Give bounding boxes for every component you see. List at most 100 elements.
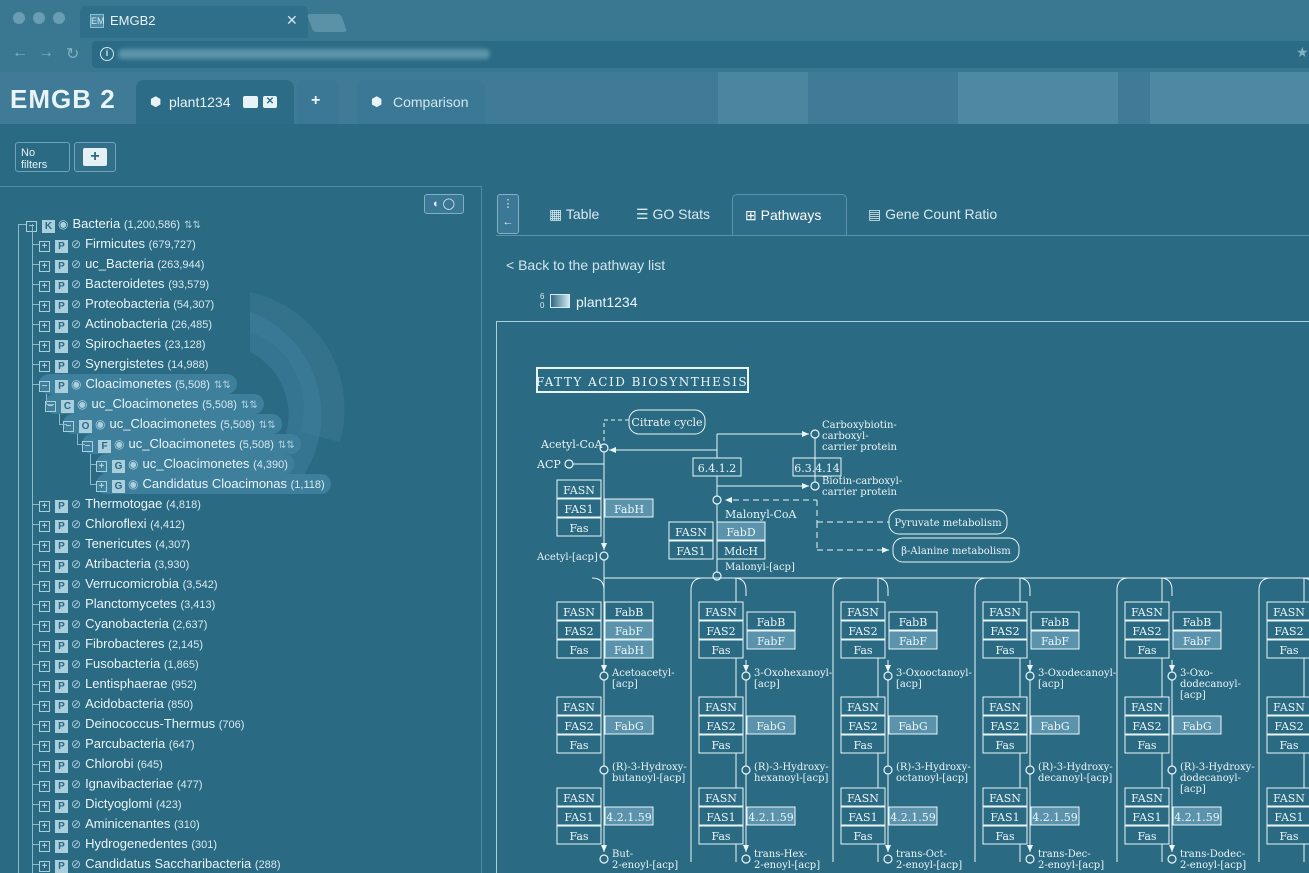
eye-slash-icon[interactable]: ⊘ [71, 674, 81, 694]
expand-icon[interactable]: + [39, 581, 50, 592]
tree-node[interactable]: + P ⊘ Cyanobacteria (2,637) [39, 614, 207, 634]
window-minimize-dot[interactable] [33, 12, 45, 24]
collapse-icon[interactable]: − [39, 381, 50, 392]
eye-slash-icon[interactable]: ⊘ [71, 834, 81, 854]
tree-node[interactable]: + P ⊘ Hydrogenedentes (301) [39, 834, 217, 854]
back-arrow-icon[interactable]: ← [12, 44, 28, 62]
tree-node[interactable]: + P ⊘ Thermotogae (4,818) [39, 494, 201, 514]
tree-node[interactable]: − F ◉ uc_Cloacimonetes (5,508) ⇅⇅ [82, 434, 301, 454]
eye-slash-icon[interactable]: ⊘ [71, 574, 81, 594]
back-to-pathway-list-link[interactable]: < Back to the pathway list [506, 257, 665, 273]
eye-slash-icon[interactable]: ⊘ [71, 294, 81, 314]
tree-node[interactable]: + P ⊘ Fibrobacteres (2,145) [39, 634, 203, 654]
eye-slash-icon[interactable]: ⊘ [71, 594, 81, 614]
tree-node-root[interactable]: −K◉Bacteria (1,200,586)⇅⇅ [26, 214, 201, 234]
eye-slash-icon[interactable]: ⊘ [71, 814, 81, 834]
eye-icon[interactable]: ◉ [77, 394, 87, 414]
expand-icon[interactable]: + [39, 321, 50, 332]
eye-slash-icon[interactable]: ⊘ [71, 774, 81, 794]
eye-icon[interactable]: ◉ [58, 214, 68, 234]
eye-icon[interactable]: ◉ [114, 434, 124, 454]
expand-icon[interactable]: + [39, 281, 50, 292]
forward-arrow-icon[interactable]: → [38, 44, 54, 62]
window-zoom-dot[interactable] [53, 12, 65, 24]
expand-icon[interactable]: + [39, 781, 50, 792]
expand-icon[interactable]: + [96, 481, 107, 492]
tree-node[interactable]: + P ⊘ Firmicutes (679,727) [39, 234, 196, 254]
bookmark-star-icon[interactable]: ★ [1296, 44, 1309, 61]
tab-close-icon[interactable]: ✕ [286, 12, 298, 29]
tag-icon[interactable] [243, 96, 258, 108]
close-tab-icon[interactable]: ✕ [263, 96, 277, 108]
eye-slash-icon[interactable]: ⊘ [71, 794, 81, 814]
new-tab-button[interactable] [306, 14, 348, 32]
expand-icon[interactable]: + [39, 721, 50, 732]
tree-node[interactable]: + P ⊘ Ignavibacteriae (477) [39, 774, 203, 794]
panel-toggle-button[interactable]: ⋮ ← [497, 194, 519, 234]
expand-icon[interactable]: + [39, 501, 50, 512]
eye-slash-icon[interactable]: ⊘ [71, 254, 81, 274]
eye-icon[interactable]: ◉ [128, 454, 138, 474]
eye-slash-icon[interactable]: ⊘ [71, 734, 81, 754]
expand-icon[interactable]: + [39, 521, 50, 532]
eye-slash-icon[interactable]: ⊘ [71, 694, 81, 714]
expand-icon[interactable]: + [39, 241, 50, 252]
sort-icon[interactable]: ⇅⇅ [278, 440, 295, 451]
tree-node[interactable]: + P ⊘ Parcubacteria (647) [39, 734, 195, 754]
tree-node[interactable]: − O ◉ uc_Cloacimonetes (5,508) ⇅⇅ [63, 414, 282, 434]
eye-slash-icon[interactable]: ⊘ [71, 614, 81, 634]
expand-icon[interactable]: + [39, 761, 50, 772]
tree-node[interactable]: + P ⊘ Chlorobi (645) [39, 754, 163, 774]
tab-table[interactable]: ▦ Table [537, 194, 611, 236]
kegg-pathway-map[interactable]: FATTY ACID BIOSYNTHESIS Citrate cycle Acet… [496, 321, 1309, 873]
tab-go-stats[interactable]: ☰ GO Stats [624, 194, 722, 236]
tree-node[interactable]: + G ◉ uc_Cloacimonetes (4,390) [96, 454, 294, 474]
eye-icon[interactable]: ◉ [95, 414, 105, 434]
eye-slash-icon[interactable]: ⊘ [71, 354, 81, 374]
collapse-icon[interactable]: − [82, 441, 93, 452]
tree-node[interactable]: + P ⊘ Synergistetes (14,988) [39, 354, 208, 374]
eye-slash-icon[interactable]: ⊘ [71, 334, 81, 354]
tree-node[interactable]: − P ◉ Cloacimonetes (5,508) ⇅⇅ [39, 374, 237, 394]
tree-node[interactable]: + G ◉ Candidatus Cloacimonas (1,118) [96, 474, 331, 494]
tree-node[interactable]: + P ⊘ uc_Bacteria (263,944) [39, 254, 204, 274]
eye-slash-icon[interactable]: ⊘ [71, 634, 81, 654]
expand-icon[interactable]: + [39, 841, 50, 852]
tree-node[interactable]: + P ⊘ Planctomycetes (3,413) [39, 594, 215, 614]
tree-node[interactable]: + P ⊘ Dictyoglomi (423) [39, 794, 182, 814]
expand-icon[interactable]: + [39, 861, 50, 872]
tree-node[interactable]: + P ⊘ Spirochaetes (23,128) [39, 334, 206, 354]
expand-icon[interactable]: + [39, 301, 50, 312]
expand-icon[interactable]: + [39, 701, 50, 712]
tab-gene-count-ratio[interactable]: ▤ Gene Count Ratio [856, 194, 1009, 236]
expand-icon[interactable]: + [39, 641, 50, 652]
eye-slash-icon[interactable]: ⊘ [71, 534, 81, 554]
tree-node[interactable]: + P ⊘ Candidatus Saccharibacteria (288) [39, 854, 281, 873]
reload-icon[interactable]: ↻ [66, 44, 79, 64]
eye-slash-icon[interactable]: ⊘ [71, 234, 81, 254]
eye-slash-icon[interactable]: ⊘ [71, 554, 81, 574]
tree-node[interactable]: + P ⊘ Verrucomicrobia (3,542) [39, 574, 217, 594]
sort-icon[interactable]: ⇅⇅ [184, 220, 201, 231]
eye-slash-icon[interactable]: ⊘ [71, 274, 81, 294]
tree-node[interactable]: + P ⊘ Actinobacteria (26,485) [39, 314, 212, 334]
app-logo[interactable]: EMGB 2 [10, 84, 116, 115]
eye-slash-icon[interactable]: ⊘ [71, 514, 81, 534]
expand-icon[interactable]: + [39, 261, 50, 272]
expand-icon[interactable]: + [39, 821, 50, 832]
expand-icon[interactable]: + [39, 361, 50, 372]
tree-node[interactable]: + P ⊘ Fusobacteria (1,865) [39, 654, 199, 674]
expand-icon[interactable]: + [39, 601, 50, 612]
eye-icon[interactable]: ◉ [128, 474, 138, 494]
chart-toggle-button[interactable]: ◐ ◯ [424, 194, 464, 214]
tree-node[interactable]: + P ⊘ Proteobacteria (54,307) [39, 294, 214, 314]
tree-node[interactable]: + P ⊘ Acidobacteria (850) [39, 694, 193, 714]
window-close-dot[interactable] [13, 12, 25, 24]
add-filter-button[interactable]: + [74, 142, 116, 172]
eye-slash-icon[interactable]: ⊘ [71, 314, 81, 334]
eye-slash-icon[interactable]: ⊘ [71, 494, 81, 514]
eye-icon[interactable]: ◉ [71, 374, 81, 394]
tree-node[interactable]: + P ⊘ Deinococcus-Thermus (706) [39, 714, 244, 734]
expand-icon[interactable]: + [39, 801, 50, 812]
tree-node[interactable]: + P ⊘ Aminicenantes (310) [39, 814, 200, 834]
